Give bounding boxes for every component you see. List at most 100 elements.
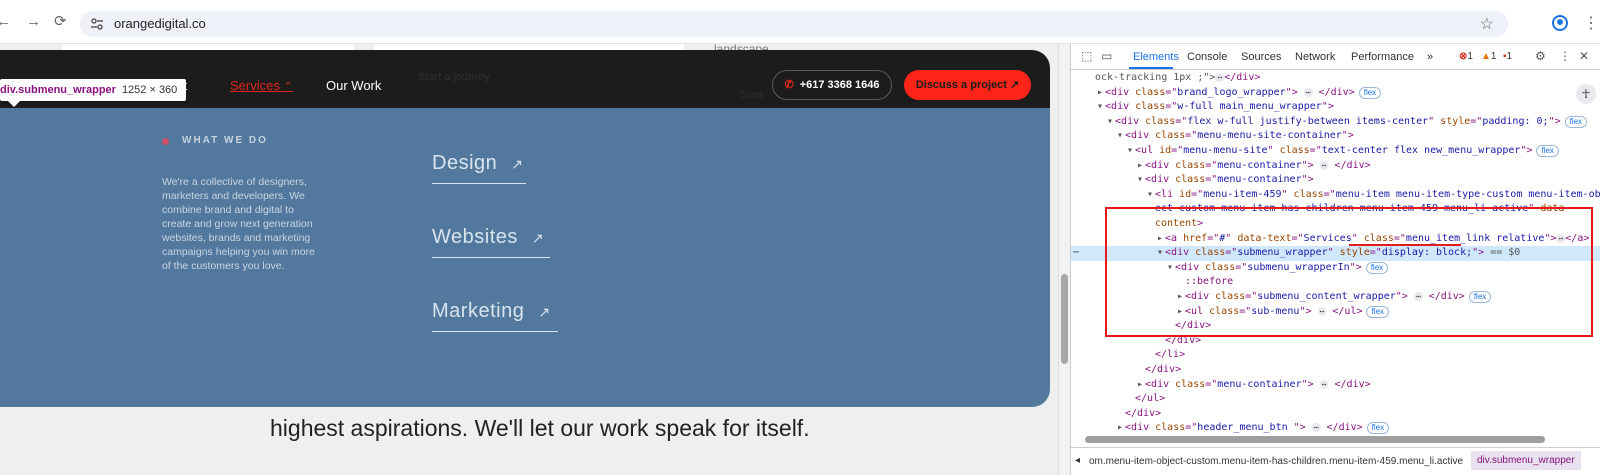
tree-token: </div> [1312,86,1355,98]
tree-row[interactable]: ▸ <div class="menu-container"> ⋯ </div> [1137,159,1371,174]
tab-console[interactable]: Console [1187,51,1227,63]
error-badge[interactable]: ⊗1 [1459,51,1473,62]
tree-token: padding: 0; [1482,115,1549,127]
arrow-left-icon[interactable]: ← [0,13,11,31]
tree-token: <div [1105,101,1136,113]
tree-row[interactable]: </div> [1117,407,1161,422]
submenu-item-marketing[interactable]: Marketing ↗ [432,300,558,332]
tree-token: "> [1293,422,1312,434]
tree-token: flex w-full justify-between items-center [1187,115,1429,127]
browser-menu-icon[interactable]: ⋮ [1583,13,1599,33]
expand-ellipsis[interactable]: ⋯ [1303,87,1313,97]
caret-down-icon[interactable]: ▾ [1127,145,1133,156]
gear-icon[interactable]: ⚙ [1535,49,1546,63]
arrow-right-icon[interactable]: → [26,13,41,31]
bullet-dot-icon [162,138,169,145]
caret-down-icon[interactable]: ▾ [1137,174,1143,185]
tree-token: <div [1125,130,1156,142]
chevron-left-icon[interactable]: ◂ [1075,455,1080,466]
tab-elements[interactable]: Elements [1133,51,1179,63]
tree-token: style [1440,115,1471,127]
caret-down-icon[interactable]: ▾ [1117,130,1123,141]
caret-down-icon[interactable]: ▾ [1147,189,1153,200]
issues-badge[interactable]: ▪1 [1503,51,1512,62]
page-scrollbar[interactable] [1058,44,1070,475]
submenu-item-websites[interactable]: Websites ↗ [432,226,550,258]
profile-icon[interactable] [1552,15,1568,31]
caret-right-icon[interactable]: ▸ [1117,422,1123,433]
tree-row[interactable]: ▸ <div class="brand_logo_wrapper"> ⋯ </di… [1097,86,1382,101]
caret-down-icon[interactable]: ▾ [1097,101,1103,112]
site-settings-icon[interactable] [90,17,104,31]
flex-badge[interactable]: flex [1366,422,1390,435]
tab-sources[interactable]: Sources [1241,51,1281,63]
url-text[interactable]: orangedigital.co [114,16,206,31]
flex-badge[interactable]: flex [1358,86,1382,99]
tree-row[interactable]: </li> [1147,348,1185,363]
expand-ellipsis[interactable]: ⋯ [1311,423,1321,433]
tree-row[interactable]: ▾ <div class="flex w-full justify-between… [1107,115,1588,130]
arrow-up-right-icon: ↗ [538,304,551,320]
accessibility-icon[interactable]: ☥ [1576,84,1596,104]
submenu-item-design[interactable]: Design ↗ [432,152,526,184]
caret-right-icon[interactable]: ▸ [1137,379,1143,390]
warning-badge[interactable]: ▲1 [1481,51,1496,62]
nav-services-label: Services [230,78,280,93]
tree-token: =" [1171,145,1184,156]
tree-row[interactable]: ▸ <div class="menu-container"> ⋯ </div> [1137,378,1371,393]
tree-row[interactable]: ock-tracking 1px ;"> ⋯ </div> [1087,71,1260,86]
tree-token: " [1267,145,1280,156]
caret-right-icon[interactable]: ▸ [1137,160,1143,171]
error-count: 1 [1467,51,1473,62]
row-more-icon[interactable]: ⋯ [1073,246,1079,261]
close-icon[interactable]: ✕ [1579,49,1589,63]
address-bar[interactable]: orangedigital.co ☆ [80,11,1508,37]
flex-badge[interactable]: flex [1536,145,1559,157]
tree-row[interactable]: ▸ <div class="header_menu_btn "> ⋯ </div>… [1117,421,1390,436]
tab-network[interactable]: Network [1295,51,1335,63]
tree-token: </ul> [1135,393,1166,405]
devtools-menu-icon[interactable]: ⋮ [1559,49,1571,63]
tree-token: =" [1470,115,1483,127]
bookmark-star-icon[interactable]: ☆ [1480,14,1494,34]
more-tabs-icon[interactable]: » [1427,51,1433,63]
warning-icon: ▲ [1481,51,1491,62]
discuss-project-button[interactable]: Discuss a project ↗ [904,70,1031,100]
inspect-element-icon[interactable]: ⬚ [1081,49,1092,63]
submenu-item-label: Marketing [432,300,525,322]
tree-token: "> [1520,145,1533,156]
page-viewport: landscape. bout Services ⌃ Our Work Star… [0,44,1058,475]
cta-label: Discuss a project [915,79,1007,91]
tree-row[interactable]: </ul> [1127,392,1165,407]
tree-token: menu-container [1217,378,1302,390]
tab-performance[interactable]: Performance [1351,51,1414,63]
horizontal-scrollbar[interactable] [1085,436,1545,443]
caret-down-icon[interactable]: ▾ [1107,116,1113,127]
tree-token: <div [1105,86,1136,98]
flex-badge[interactable]: flex [1564,115,1588,128]
tree-row[interactable]: ▾ <ul id="menu-menu-site" class="text-cen… [1127,144,1559,159]
expand-ellipsis[interactable]: ⋯ [1215,73,1225,82]
tree-row[interactable]: ▾ <div class="menu-menu-site-container"> [1117,129,1354,144]
caret-right-icon[interactable]: ▸ [1097,87,1103,98]
tree-row[interactable]: ▾ <div class="menu-container"> [1137,173,1314,188]
scrollbar-thumb[interactable] [1061,274,1068,364]
tree-row[interactable]: ▾ <li id="menu-item-459" class="menu-item… [1147,188,1600,203]
tree-token: "> [1301,174,1314,186]
tree-row[interactable]: </div> [1137,363,1181,378]
tree-token: </div> [1320,422,1363,434]
annotation-underline [1349,244,1461,246]
device-toolbar-icon[interactable]: ▭ [1101,49,1112,63]
tree-token: =" [1205,159,1218,171]
reload-icon[interactable]: ⟳ [54,13,67,31]
tree-token: =" [1191,188,1204,200]
nav-our-work[interactable]: Our Work [326,78,381,93]
nav-services[interactable]: Services ⌃ [230,78,293,93]
tooltip-arrow [8,101,20,107]
breadcrumb-path[interactable]: om.menu-item-object-custom.menu-item-has… [1089,456,1463,467]
phone-button[interactable]: ✆ +617 3368 1646 [772,70,892,100]
tree-token: ock-tracking 1px ;"> [1095,72,1216,83]
arrow-up-right-icon: ↗ [531,230,545,246]
tree-row[interactable]: ▾ <div class="w-full main_menu_wrapper"> [1097,100,1334,115]
breadcrumb-active[interactable]: div.submenu_wrapper [1471,451,1581,470]
